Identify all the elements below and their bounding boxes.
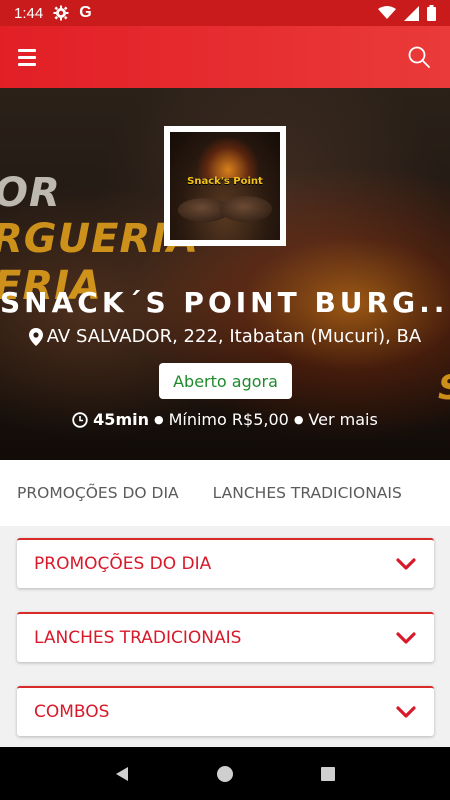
signal-icon [404, 5, 419, 21]
chevron-down-icon [396, 632, 416, 644]
status-time: 1:44 [14, 4, 44, 22]
search-icon[interactable] [406, 44, 432, 70]
section-title: PROMOÇÕES DO DIA [34, 554, 212, 574]
separator-dot: ● [293, 413, 304, 426]
google-icon: G [79, 4, 92, 21]
status-bar: 1:44 G [0, 0, 450, 26]
recents-icon[interactable] [319, 765, 337, 783]
back-icon[interactable] [113, 765, 131, 783]
chevron-down-icon [396, 558, 416, 570]
hero-background-text: S [438, 368, 450, 408]
section-title: COMBOS [34, 702, 110, 722]
restaurant-name: SNACK´S POINT BURG... [0, 286, 450, 319]
restaurant-address: AV SALVADOR, 222, Itabatan (Mucuri), BA [0, 326, 450, 347]
battery-icon [427, 5, 436, 21]
address-text: AV SALVADOR, 222, Itabatan (Mucuri), BA [46, 326, 422, 347]
section-title: LANCHES TRADICIONAIS [34, 628, 242, 648]
status-badge: Aberto agora [159, 363, 292, 399]
app-bar [0, 26, 450, 88]
section-promocoes[interactable]: PROMOÇÕES DO DIA [17, 538, 434, 588]
menu-icon[interactable] [18, 45, 42, 69]
see-more-link[interactable]: Ver mais [308, 410, 377, 429]
clock-icon [72, 411, 88, 428]
location-pin-icon [28, 327, 43, 346]
tab-lanches[interactable]: LANCHES TRADICIONAIS [213, 484, 402, 502]
section-combos[interactable]: COMBOS [17, 686, 434, 736]
gear-icon [53, 5, 69, 21]
info-row: 45min ● Mínimo R$5,00 ● Ver mais [0, 410, 450, 429]
minimum-order: Mínimo R$5,00 [168, 410, 289, 429]
navigation-bar [0, 747, 450, 800]
logo-text: Snack's Point [187, 176, 263, 187]
restaurant-hero: OR RGUERIA ERIA S Snack's Point SNACK´S … [0, 88, 450, 460]
wifi-icon [378, 6, 396, 19]
restaurant-logo: Snack's Point [164, 126, 286, 246]
separator-dot: ● [153, 413, 164, 426]
chevron-down-icon [396, 706, 416, 718]
section-lanches[interactable]: LANCHES TRADICIONAIS [17, 612, 434, 662]
home-icon[interactable] [216, 765, 234, 783]
category-tabs: PROMOÇÕES DO DIA LANCHES TRADICIONAIS [0, 460, 450, 526]
delivery-time: 45min [93, 410, 149, 429]
hero-background-text: OR [0, 170, 61, 216]
tab-promocoes[interactable]: PROMOÇÕES DO DIA [17, 484, 179, 502]
